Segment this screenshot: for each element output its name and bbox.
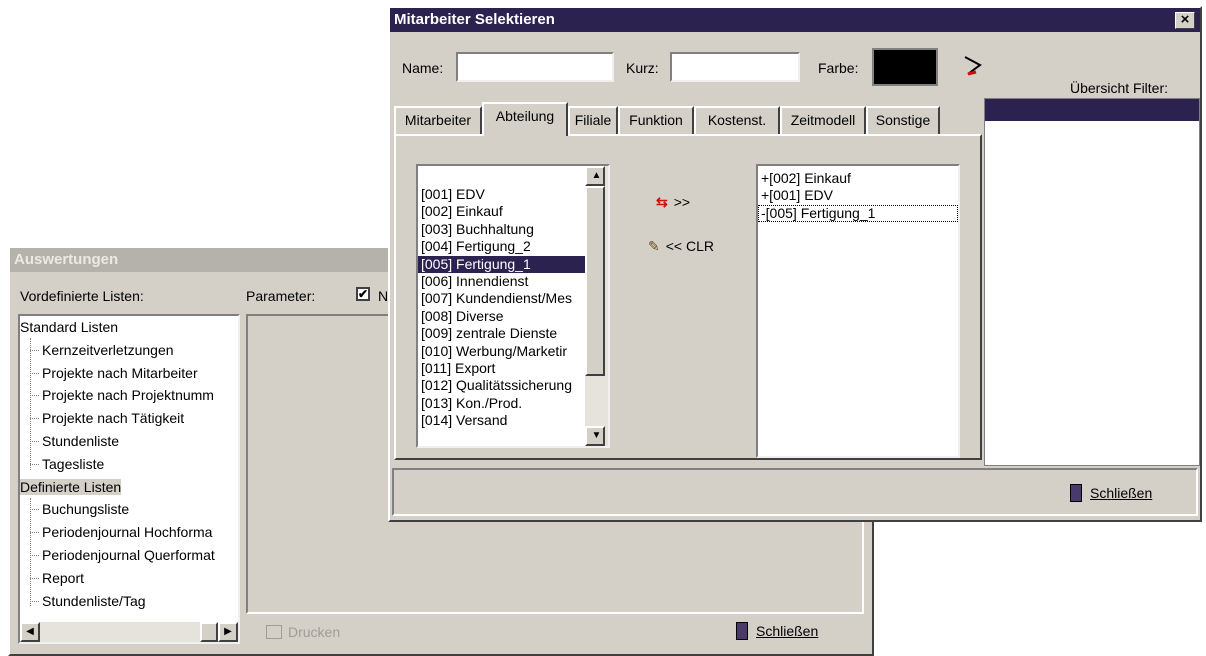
list-item[interactable]: [010] Werbung/Marketir <box>418 343 608 360</box>
tab-filiale[interactable]: Filiale <box>568 106 618 134</box>
kurz-input[interactable] <box>670 52 800 82</box>
scroll-thumb[interactable] <box>200 622 218 642</box>
list-item[interactable]: [011] Export <box>418 360 608 377</box>
tree-item[interactable]: Buchungsliste <box>20 498 238 521</box>
clear-button[interactable]: ✎ << CLR <box>648 238 714 255</box>
kurz-label: Kurz: <box>626 60 659 76</box>
parameter-label: Parameter: <box>246 288 316 304</box>
tree-hscrollbar[interactable]: ◀ ▶ <box>20 622 238 642</box>
list-tree[interactable]: Standard Listen Kernzeitverletzungen Pro… <box>18 314 240 644</box>
mitarbeiter-titlebar: Mitarbeiter Selektieren <box>390 8 1200 32</box>
eraser-icon: ✎ <box>648 238 660 254</box>
parameter-checkbox[interactable]: ✔ <box>356 287 370 301</box>
auswertungen-close-button[interactable]: Schließen <box>736 622 818 640</box>
name-input[interactable] <box>456 52 614 82</box>
add-button[interactable]: ⇆ >> <box>656 194 690 211</box>
scroll-right-icon[interactable]: ▶ <box>218 622 238 642</box>
mitarbeiter-close-label: Schließen <box>1090 485 1153 501</box>
predefined-lists-label: Vordefinierte Listen: <box>20 288 144 304</box>
list-item[interactable]: [001] EDV <box>418 186 608 203</box>
tab-funktion[interactable]: Funktion <box>618 106 694 134</box>
close-icon[interactable]: × <box>1175 12 1195 29</box>
color-swatch[interactable] <box>872 48 938 86</box>
tree-item[interactable]: Tagesliste <box>20 453 238 476</box>
farbe-label: Farbe: <box>818 60 859 76</box>
tab-abteilung[interactable]: Abteilung <box>482 102 568 136</box>
list-item[interactable]: [008] Diverse <box>418 308 608 325</box>
filter-overview-header <box>985 99 1199 121</box>
tree-item[interactable]: Periodenjournal Hochforma <box>20 521 238 544</box>
department-list[interactable]: [001] EDV [002] Einkauf [003] Buchhaltun… <box>416 164 610 448</box>
list-item-selected[interactable]: [005] Fertigung_1 <box>418 255 608 274</box>
tree-item[interactable]: Stundenliste <box>20 430 238 453</box>
list-item[interactable]: [014] Versand <box>418 412 608 429</box>
list-item[interactable]: [012] Qualitätssicherung <box>418 377 608 394</box>
auswertungen-close-label: Schließen <box>756 623 819 639</box>
tree-item[interactable]: Report <box>20 567 238 590</box>
door-icon <box>736 622 748 640</box>
tree-item[interactable]: Stundenliste/Tag <box>20 590 238 613</box>
add-button-label: >> <box>673 194 691 210</box>
mitarbeiter-window: Mitarbeiter Selektieren × Name: Kurz: Fa… <box>388 6 1202 522</box>
list-item[interactable]: [007] Kundendienst/Mes <box>418 290 608 307</box>
tab-mitarbeiter[interactable]: Mitarbeiter <box>394 106 482 134</box>
list-item-focused[interactable]: -[005] Fertigung_1 <box>758 204 958 223</box>
filter-overview-panel <box>984 98 1200 466</box>
selected-list[interactable]: +[002] Einkauf +[001] EDV -[005] Fertigu… <box>756 164 960 458</box>
scroll-up-icon[interactable]: ▲ <box>585 166 605 186</box>
add-arrows-icon: ⇆ <box>656 194 668 210</box>
print-button[interactable]: Drucken <box>266 624 340 640</box>
list-item[interactable]: [013] Kon./Prod. <box>418 395 608 412</box>
pick-color-icon[interactable] <box>962 54 986 78</box>
tree-item[interactable]: Kernzeitverletzungen <box>20 339 238 362</box>
door-icon <box>1070 484 1082 502</box>
scroll-down-icon[interactable]: ▼ <box>585 426 605 446</box>
printer-icon <box>266 625 282 639</box>
list-item[interactable]: +[002] Einkauf <box>758 170 958 187</box>
tab-sonstige[interactable]: Sonstige <box>866 106 940 134</box>
tree-item[interactable]: Periodenjournal Querformat <box>20 544 238 567</box>
list-item[interactable]: [003] Buchhaltung <box>418 221 608 238</box>
list-item[interactable]: [006] Innendienst <box>418 273 608 290</box>
mitarbeiter-close-button[interactable]: Schließen <box>1070 484 1152 502</box>
tree-group-defined[interactable]: Definierte Listen <box>20 478 122 495</box>
scroll-left-icon[interactable]: ◀ <box>20 622 40 642</box>
department-vscrollbar[interactable]: ▲ ▼ <box>585 166 608 446</box>
list-item[interactable]: [004] Fertigung_2 <box>418 238 608 255</box>
clear-button-label: << CLR <box>665 238 714 254</box>
parameter-checkbox-label: N <box>378 288 389 304</box>
name-label: Name: <box>402 60 444 76</box>
tree-group-standard[interactable]: Standard Listen <box>20 316 238 339</box>
list-item[interactable]: [009] zentrale Dienste <box>418 325 608 342</box>
tab-kostenst[interactable]: Kostenst. <box>694 106 780 134</box>
list-item[interactable]: +[001] EDV <box>758 187 958 204</box>
tree-item[interactable]: Projekte nach Tätigkeit <box>20 407 238 430</box>
tree-item[interactable]: Projekte nach Projektnumm <box>20 384 238 407</box>
tab-zeitmodell[interactable]: Zeitmodell <box>780 106 866 134</box>
tree-item[interactable]: Projekte nach Mitarbeiter <box>20 362 238 385</box>
filter-overview-label: Übersicht Filter: <box>1070 80 1169 96</box>
list-item[interactable]: [002] Einkauf <box>418 203 608 220</box>
scroll-thumb[interactable] <box>585 186 605 376</box>
print-button-label: Drucken <box>288 624 341 640</box>
